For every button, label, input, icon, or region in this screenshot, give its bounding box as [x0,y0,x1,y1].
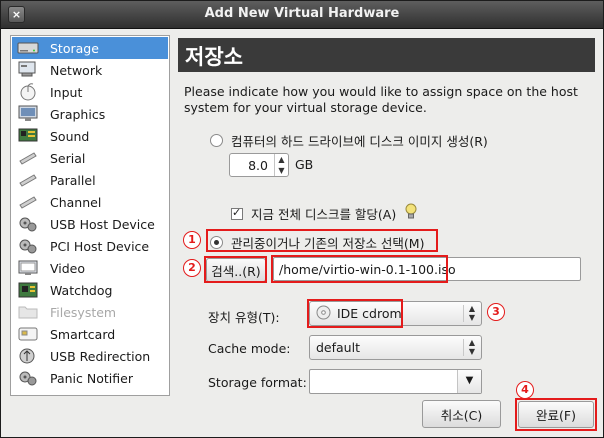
sound-card-icon [16,126,40,146]
add-hardware-dialog: × Add New Virtual Hardware Storage Netwo… [0,0,604,438]
cancel-button[interactable]: 취소(C) [422,400,501,428]
sidebar-item-parallel[interactable]: Parallel [12,169,168,191]
watchdog-chip-icon [16,280,40,300]
sidebar-item-usb-host-device[interactable]: USB Host Device [12,213,168,235]
sidebar-item-serial[interactable]: Serial [12,147,168,169]
parallel-port-icon [16,170,40,190]
create-disk-image-option[interactable]: 컴퓨터의 하드 드라이브에 디스크 이미지 생성(R) [210,131,488,150]
panic-notifier-icon [16,368,40,388]
sidebar-item-smartcard[interactable]: Smartcard [12,323,168,345]
window-title: Add New Virtual Hardware [204,6,400,21]
step-marker-1: 1 [183,231,201,249]
chevron-down-icon[interactable]: ▼ [457,370,481,393]
chevron-updown-icon: ▲ ▼ [468,338,476,356]
highlight-select-storage [206,229,438,252]
sidebar-item-channel[interactable]: Channel [12,191,168,213]
channel-icon [16,192,40,212]
highlight-finish [515,398,597,431]
disk-size-value: 8.0 [248,158,268,173]
serial-port-icon [16,148,40,168]
hard-disk-icon [16,38,40,58]
sidebar-item-watchdog[interactable]: Watchdog [12,279,168,301]
smartcard-icon [16,324,40,344]
monitor-icon [16,104,40,124]
cache-mode-label: Cache mode: [208,341,291,356]
usb-device-icon [16,214,40,234]
sidebar-item-input[interactable]: Input [12,81,168,103]
cache-mode-value: default [316,340,360,355]
create-disk-image-radio[interactable] [210,134,223,147]
allocate-entire-disk-label: 지금 전체 디스크를 할당(A) [251,207,397,222]
page-header: 저장소 [178,38,595,72]
storage-format-combo[interactable]: ▼ [309,369,482,394]
video-icon [16,258,40,278]
title-bar: × Add New Virtual Hardware [1,1,603,29]
sidebar-item-storage[interactable]: Storage [12,37,168,59]
step-marker-4: 4 [516,381,534,399]
sidebar-item-pci-host-device[interactable]: PCI Host Device [12,235,168,257]
usb-redirection-icon [16,346,40,366]
disk-size-unit: GB [295,157,314,172]
create-disk-image-label: 컴퓨터의 하드 드라이브에 디스크 이미지 생성(R) [231,134,488,149]
sidebar-item-usb-redirection[interactable]: USB Redirection [12,345,168,367]
sidebar-item-network[interactable]: Network [12,59,168,81]
sidebar-item-video[interactable]: Video [12,257,168,279]
pci-device-icon [16,236,40,256]
allocate-entire-disk-option[interactable]: 지금 전체 디스크를 할당(A) [231,203,418,224]
sidebar-item-graphics[interactable]: Graphics [12,103,168,125]
highlight-path [271,255,448,283]
step-marker-2: 2 [183,259,201,277]
spinner-arrows-icon[interactable]: ▲ ▼ [274,154,288,176]
page-title: 저장소 [185,45,243,69]
hardware-type-list: Storage Network Input Graphics Sound Ser… [10,35,170,396]
storage-description: Please indicate how you would like to as… [184,84,578,115]
mouse-icon [16,82,40,102]
sidebar-item-filesystem: Filesystem [12,301,168,323]
disk-size-spinner[interactable]: 8.0 ▲ ▼ [229,153,289,177]
storage-format-label: Storage format: [208,375,307,390]
folder-icon [16,302,40,322]
lightbulb-hint-icon [404,203,418,224]
device-type-label: 장치 유형(T): [208,310,280,325]
chevron-updown-icon: ▲ ▼ [468,304,476,322]
cache-mode-select[interactable]: default ▲ ▼ [309,335,482,360]
allocate-entire-disk-checkbox[interactable] [231,206,243,220]
sidebar-item-sound[interactable]: Sound [12,125,168,147]
sidebar-item-panic-notifier[interactable]: Panic Notifier [12,367,168,389]
step-marker-3: 3 [487,303,505,321]
network-card-icon [16,60,40,80]
highlight-browse [204,256,267,283]
highlight-device-type [307,299,403,328]
